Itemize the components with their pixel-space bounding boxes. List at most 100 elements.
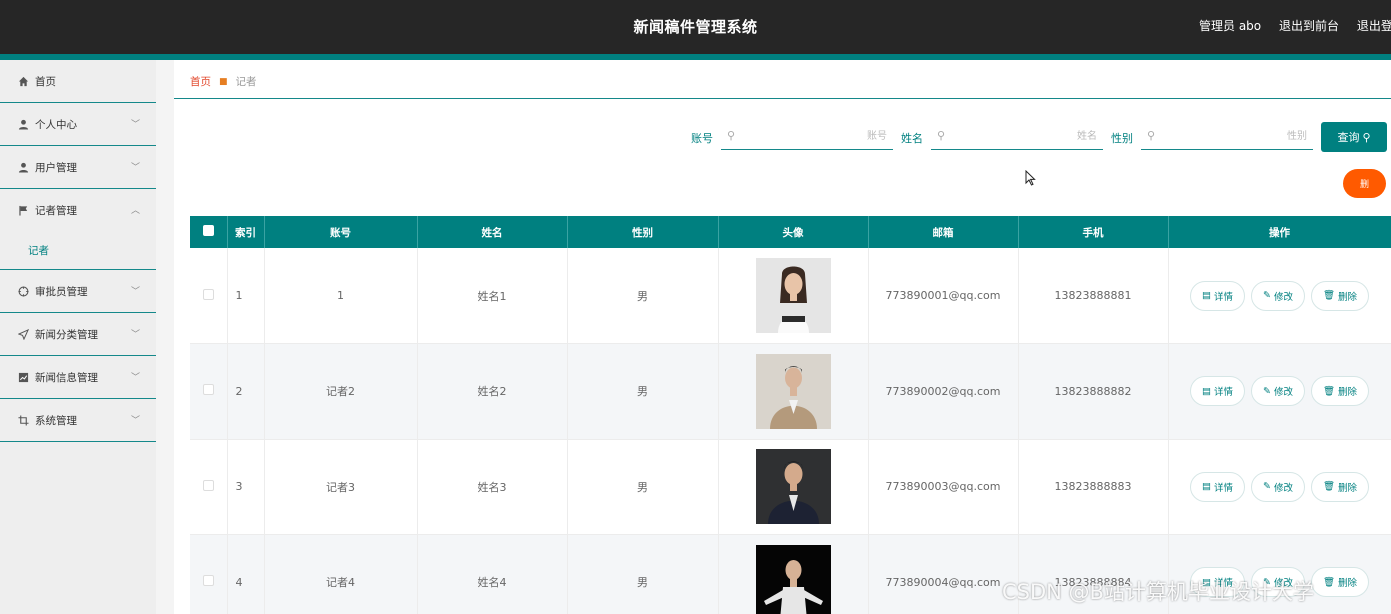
row-gender: 男 (567, 248, 719, 344)
sidebar-item-approvers[interactable]: 审批员管理 ﹀ (0, 270, 156, 313)
detail-button[interactable]: ▤ 详情 (1189, 471, 1245, 502)
top-bar: 新闻稿件管理系统 管理员 abo 退出到前台 退出登录 (0, 0, 1391, 54)
delete-label: 删除 (1338, 387, 1358, 399)
chart-icon (17, 371, 29, 383)
sidebar-item-label: 系统管理 (35, 414, 77, 427)
column-header: 邮箱 (868, 216, 1019, 248)
name-label: 姓名 (901, 132, 923, 145)
detail-button[interactable]: ▤ 详情 (1189, 376, 1245, 407)
edit-button[interactable]: ✎ 修改 (1250, 280, 1305, 311)
delete-button[interactable]: 🗑 删除 (1310, 471, 1370, 502)
sidebar-item-label: 新闻信息管理 (35, 371, 98, 384)
select-all-checkbox-cell[interactable] (190, 216, 228, 248)
row-email: 773890001@qq.com (868, 248, 1019, 344)
row-gender: 男 (567, 439, 719, 535)
trash-icon: 🗑 (1322, 481, 1336, 493)
row-account: 记者3 (264, 439, 418, 535)
sidebar-subitem-reporter[interactable]: 记者 (0, 232, 156, 270)
edit-icon: ✎ (1262, 481, 1271, 493)
edit-icon: ✎ (1262, 385, 1271, 397)
reporter-table: 索引 账号 姓名 性别 头像 邮箱 手机 操作 1 1 姓名1 男 773890… (190, 216, 1391, 614)
query-button[interactable]: 查询 ⚲ (1321, 122, 1387, 152)
table-row: 1 1 姓名1 男 773890001@qq.com 13823888881 ▤… (190, 248, 1391, 344)
watermark: CSDN @B站计算机毕业设计大学 (1002, 580, 1314, 604)
delete-button[interactable]: 🗑 删除 (1310, 280, 1370, 311)
home-icon (17, 75, 29, 87)
table-row: 3 记者3 姓名3 男 773890003@qq.com 13823888883 (190, 439, 1391, 535)
user-icon (17, 161, 29, 173)
row-checkbox[interactable] (202, 288, 214, 300)
chevron-down-icon: ﹀ (130, 373, 140, 383)
sidebar-item-profile[interactable]: 个人中心 ﹀ (0, 103, 156, 146)
trash-icon: 🗑 (1322, 290, 1336, 301)
row-actions: ▤ 详情 ✎ 修改 🗑 删除 (1169, 376, 1391, 407)
edit-label: 修改 (1273, 387, 1293, 399)
search-icon: ⚲ (1362, 130, 1371, 144)
chevron-down-icon: ﹀ (130, 330, 140, 340)
row-actions: ▤ 详情 ✎ 修改 🗑 删除 (1169, 280, 1391, 311)
document-icon: ▤ (1201, 290, 1211, 301)
row-name: 姓名4 (417, 534, 568, 614)
column-header: 账号 (264, 216, 418, 248)
document-icon: ▤ (1201, 385, 1211, 397)
detail-button[interactable]: ▤ 详情 (1189, 280, 1245, 311)
edit-icon: ✎ (1262, 290, 1271, 301)
target-icon (17, 285, 29, 297)
avatar (755, 353, 831, 429)
breadcrumb-separator-icon: ■ (219, 76, 228, 87)
row-actions: ▤ 详情 ✎ 修改 🗑 删除 (1169, 471, 1391, 502)
admin-user-label[interactable]: 管理员 abo (1199, 19, 1261, 33)
row-name: 姓名2 (417, 343, 568, 440)
user-icon (17, 118, 29, 130)
row-phone: 13823888882 (1018, 343, 1169, 440)
mouse-cursor-icon (1025, 170, 1036, 186)
column-header: 性别 (567, 216, 719, 248)
main-content: 首页 ■ 记者 账号 ⚲ 姓名 ⚲ 性别 ⚲ 查询 ⚲ 删 (174, 60, 1391, 614)
delete-button[interactable]: 🗑 删除 (1310, 567, 1370, 598)
account-search-field: ⚲ (721, 124, 893, 150)
row-gender: 男 (567, 343, 719, 440)
table-row: 2 记者2 姓名2 男 773890002@qq.com 13823888882 (190, 343, 1391, 440)
batch-delete-button[interactable]: 删 (1343, 169, 1386, 198)
gender-search-input[interactable] (1161, 124, 1307, 148)
sidebar-item-reporters[interactable]: 记者管理 ︿ (0, 189, 156, 232)
name-search-field: ⚲ (931, 124, 1103, 150)
avatar (755, 544, 831, 614)
top-right-links: 管理员 abo 退出到前台 退出登录 (1199, 17, 1391, 34)
row-checkbox[interactable] (202, 384, 214, 396)
row-checkbox[interactable] (202, 479, 214, 491)
row-name: 姓名1 (417, 248, 568, 344)
select-all-checkbox[interactable] (202, 225, 214, 236)
name-search-input[interactable] (951, 124, 1097, 148)
chevron-down-icon: ﹀ (130, 416, 140, 426)
search-icon: ⚲ (1147, 129, 1156, 142)
search-bar: 账号 ⚲ 姓名 ⚲ 性别 ⚲ 查询 ⚲ (174, 122, 1391, 152)
row-phone: 13823888881 (1018, 248, 1169, 344)
sidebar-item-system[interactable]: 系统管理 ﹀ (0, 399, 156, 442)
exit-to-front-link[interactable]: 退出到前台 (1279, 19, 1339, 33)
column-header: 手机 (1018, 216, 1169, 248)
edit-button[interactable]: ✎ 修改 (1250, 471, 1305, 502)
chevron-down-icon: ﹀ (130, 120, 140, 130)
breadcrumb-home[interactable]: 首页 (190, 74, 211, 89)
row-index: 1 (227, 248, 265, 344)
detail-label: 详情 (1213, 387, 1233, 399)
sidebar-item-users[interactable]: 用户管理 ﹀ (0, 146, 156, 189)
delete-button[interactable]: 🗑 删除 (1310, 376, 1370, 407)
sidebar-item-label: 首页 (35, 75, 56, 88)
sidebar: 首页 个人中心 ﹀ 用户管理 ﹀ 记者管理 ︿ 记者 审批员管理 ﹀ 新闻分类管… (0, 60, 156, 614)
sidebar-item-label: 记者管理 (35, 205, 77, 217)
sidebar-item-label: 审批员管理 (35, 285, 88, 298)
sidebar-item-news-category[interactable]: 新闻分类管理 ﹀ (0, 313, 156, 356)
sidebar-item-news-info[interactable]: 新闻信息管理 ﹀ (0, 356, 156, 399)
account-search-input[interactable] (741, 124, 887, 148)
column-header: 头像 (718, 216, 869, 248)
row-checkbox[interactable] (202, 575, 214, 587)
breadcrumb-divider (174, 98, 1391, 99)
logout-link[interactable]: 退出登录 (1357, 19, 1391, 33)
edit-button[interactable]: ✎ 修改 (1250, 376, 1305, 407)
delete-label: 删除 (1338, 291, 1358, 303)
chevron-down-icon: ﹀ (130, 287, 140, 297)
row-gender: 男 (567, 534, 719, 614)
sidebar-item-home[interactable]: 首页 (0, 60, 156, 103)
